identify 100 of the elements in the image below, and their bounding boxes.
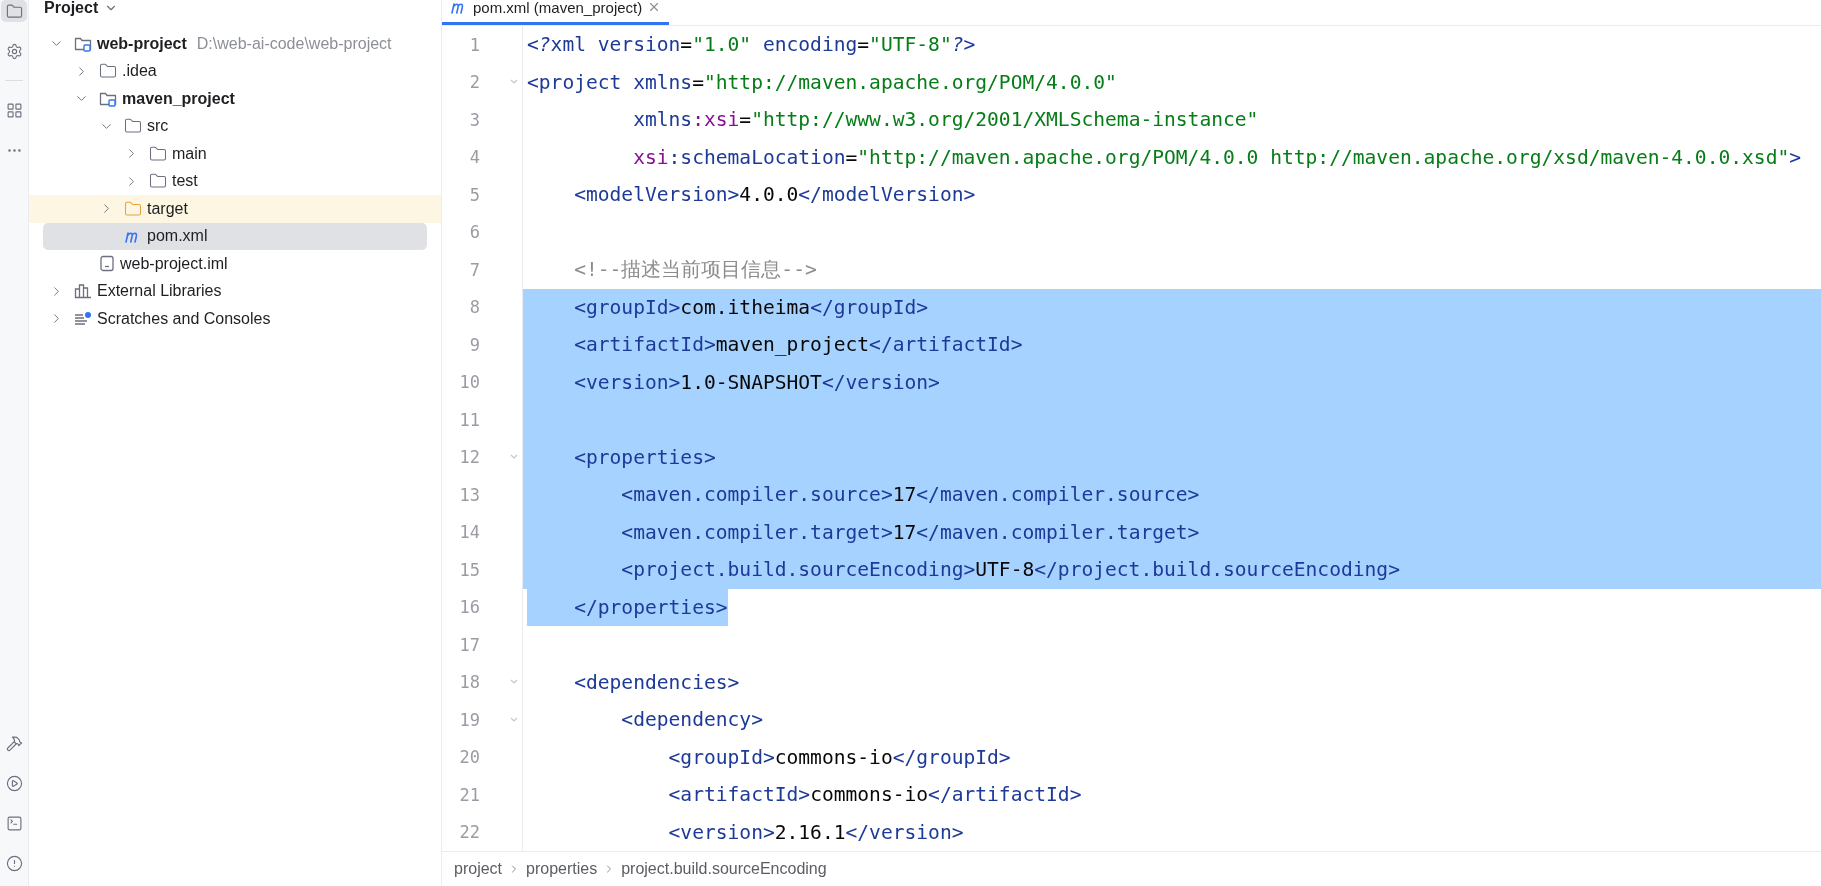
string-value: "1.0" — [692, 33, 752, 57]
text-content: commons-io — [810, 783, 929, 807]
namespace-prefix: :xsi — [692, 108, 740, 132]
fold-marker-icon[interactable] — [510, 454, 518, 461]
xml-tag: <properties> — [527, 445, 716, 469]
scratches-icon — [74, 310, 92, 327]
xml-declaration-mark: <? — [527, 33, 551, 57]
xml-tag: <maven.compiler.source> — [527, 483, 893, 507]
tree-item-label: target — [147, 199, 188, 218]
tree-item[interactable]: target — [29, 195, 441, 223]
xml-tag: </artifactId> — [928, 783, 1082, 807]
line-number: 15 — [458, 559, 480, 580]
xml-tag: <modelVersion> — [527, 183, 740, 207]
xml-tag: </modelVersion> — [798, 183, 976, 207]
xml-tag: <artifactId> — [527, 333, 716, 357]
string-value: "http://maven.apache.org/POM/4.0.0 http://maven.apache.org/xsd/maven-4.0.0.xsd" — [857, 145, 1790, 169]
text-content: 2.16.1 — [774, 820, 846, 844]
xml-tag: <artifactId> — [527, 783, 811, 807]
tree-item[interactable]: .idea — [29, 57, 441, 85]
editor-tab[interactable]: pom.xml (maven_project) — [442, 0, 670, 25]
fold-marker-icon[interactable] — [510, 716, 518, 723]
line-number: 21 — [458, 784, 480, 805]
tree-item[interactable]: Scratches and Consoles — [29, 305, 441, 333]
text-content: = — [857, 33, 870, 57]
panel-title[interactable]: Project — [44, 0, 99, 17]
text-content: 17 — [892, 520, 917, 544]
tree-item-label: web-project — [97, 34, 187, 53]
line-number: 22 — [458, 822, 480, 843]
xml-tag: </artifactId> — [869, 333, 1023, 357]
tree-item-label: Scratches and Consoles — [97, 309, 271, 328]
line-number: 11 — [458, 409, 480, 430]
xml-tag: <dependencies> — [527, 670, 740, 694]
text-content: 1.0-SNAPSHOT — [680, 370, 822, 394]
attribute-name: version — [596, 33, 681, 57]
file-icon — [99, 255, 115, 273]
line-number: 16 — [458, 597, 480, 618]
xml-tag: </groupId> — [810, 295, 929, 319]
xml-tag: > — [1789, 145, 1802, 169]
tree-item[interactable]: web-project D:\web-ai-code\web-project — [29, 30, 441, 58]
line-number: 17 — [458, 634, 480, 655]
line-number: 9 — [468, 334, 480, 355]
tree-item-label: maven_project — [122, 89, 235, 108]
xml-tag: <groupId> — [527, 295, 681, 319]
xml-tag: </groupId> — [892, 745, 1011, 769]
xml-tag: </version> — [821, 370, 940, 394]
folder-icon — [124, 117, 142, 136]
line-number: 6 — [468, 222, 480, 243]
fold-marker-icon[interactable] — [510, 679, 518, 686]
fold-marker-icon[interactable] — [510, 79, 518, 86]
tree-item-label: src — [147, 117, 169, 136]
tree-item-label: External Libraries — [97, 282, 222, 301]
string-value: "http://www.w3.org/2001/XMLSchema-instance" — [751, 108, 1259, 132]
xml-declaration-mark: ?> — [951, 33, 976, 57]
folder-icon — [149, 172, 167, 191]
module-folder-icon — [74, 35, 92, 52]
attribute-name: encoding — [761, 33, 858, 57]
text-content: com.itheima — [680, 295, 811, 319]
tree-item-label: test — [172, 172, 198, 191]
xml-tag: <maven.compiler.target> — [527, 520, 893, 544]
tree-item-label: .idea — [122, 62, 157, 81]
attribute-name: xmlns — [632, 108, 693, 132]
tree-item[interactable]: External Libraries — [29, 277, 441, 305]
xml-tag: <project — [527, 70, 622, 94]
text-content: 4.0.0 — [739, 183, 799, 207]
library-icon — [74, 283, 92, 300]
xml-tag: <version> — [527, 370, 681, 394]
xml-tag: </version> — [845, 820, 964, 844]
breadcrumb[interactable]: project.build.sourceEncoding — [621, 860, 827, 878]
xml-tag: <version> — [527, 820, 775, 844]
line-number: 13 — [458, 484, 480, 505]
text-content: = — [739, 108, 752, 132]
line-number: 8 — [468, 297, 480, 318]
line-number: 12 — [458, 447, 480, 468]
text-content: maven_project — [715, 333, 870, 357]
tree-item[interactable]: pom.xml — [43, 222, 427, 250]
tree-item[interactable]: main — [29, 140, 441, 168]
tree-item[interactable]: test — [29, 167, 441, 195]
line-number: 4 — [468, 147, 480, 168]
tree-item-label: main — [172, 144, 207, 163]
breadcrumb[interactable]: properties — [526, 860, 598, 878]
folder-icon[interactable] — [1, 0, 27, 22]
tree-item-label: pom.xml — [147, 227, 208, 246]
line-number: 18 — [458, 672, 480, 693]
xml-tag: </maven.compiler.target> — [916, 520, 1200, 544]
xml-tag: </properties> — [527, 595, 728, 619]
namespace-prefix: xsi — [632, 145, 669, 169]
line-number: 19 — [458, 709, 480, 730]
line-number: 20 — [458, 747, 480, 768]
tree-item[interactable]: src — [29, 112, 441, 140]
tree-item[interactable]: maven_project — [29, 85, 441, 113]
string-value: "UTF-8" — [869, 33, 952, 57]
project-path: D:\web-ai-code\web-project — [196, 34, 392, 53]
tree-item-label: web-project.iml — [120, 254, 228, 273]
line-number: 14 — [458, 522, 480, 543]
tree-item[interactable]: web-project.iml — [29, 250, 441, 278]
module-folder-icon — [99, 90, 117, 107]
string-value: "http://maven.apache.org/POM/4.0.0" — [703, 70, 1117, 94]
folder-icon — [99, 62, 117, 81]
line-number: 10 — [458, 372, 480, 393]
breadcrumb[interactable]: project — [454, 860, 503, 878]
